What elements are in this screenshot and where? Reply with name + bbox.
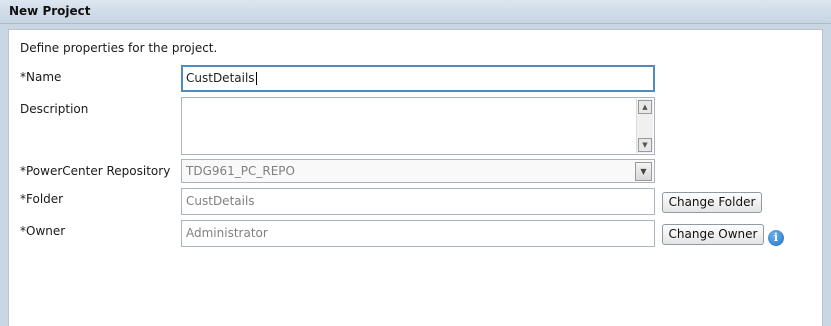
dialog-title-bar: New Project	[0, 0, 831, 24]
new-project-dialog: New Project Define properties for the pr…	[0, 0, 831, 326]
change-folder-button[interactable]: Change Folder	[662, 192, 762, 213]
info-icon[interactable]: i	[768, 230, 784, 246]
repository-select[interactable]: TDG961_PC_REPO ▼	[181, 159, 655, 183]
description-label: Description	[20, 102, 89, 116]
text-caret	[255, 72, 257, 85]
owner-value: Administrator	[186, 226, 268, 240]
repository-value: TDG961_PC_REPO	[186, 164, 295, 178]
repository-label: *PowerCenter Repository	[20, 164, 171, 178]
name-input[interactable]: CustDetails	[181, 65, 655, 92]
change-owner-button[interactable]: Change Owner	[662, 224, 764, 245]
scroll-up-arrow-icon[interactable]: ▲	[638, 100, 652, 114]
folder-label: *Folder	[20, 192, 64, 206]
name-label: *Name	[20, 70, 62, 84]
owner-field: Administrator	[181, 220, 655, 247]
description-scrollbar[interactable]: ▲ ▼	[636, 99, 653, 153]
folder-field: CustDetails	[181, 188, 655, 215]
form-intro: Define properties for the project.	[20, 41, 218, 55]
owner-label: *Owner	[20, 224, 66, 238]
description-textarea[interactable]: ▲ ▼	[181, 97, 655, 155]
chevron-down-icon[interactable]: ▼	[635, 162, 652, 181]
folder-value: CustDetails	[186, 194, 255, 208]
name-input-value: CustDetails	[186, 71, 255, 85]
scroll-down-arrow-icon[interactable]: ▼	[638, 138, 652, 152]
form-panel: Define properties for the project. *Name…	[8, 29, 823, 326]
dialog-title: New Project	[9, 4, 91, 18]
